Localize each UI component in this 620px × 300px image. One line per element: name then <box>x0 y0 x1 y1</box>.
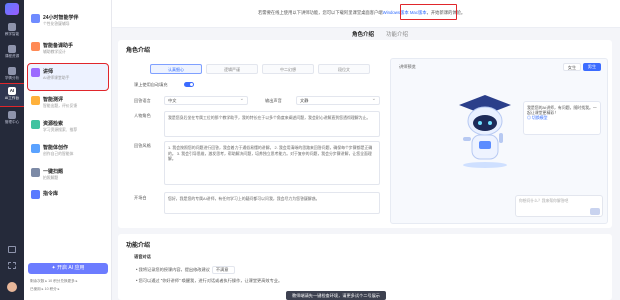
write-icon <box>31 144 40 153</box>
robot-icon: AI <box>8 87 16 95</box>
main-panel: 若需要在线上使用以下讲师功能，您可以下载阿里课堂桌面客户端Windows版本 M… <box>112 0 620 300</box>
home-icon <box>8 23 16 31</box>
start-ai-app-button[interactable]: ✦ 开启 AI 应用 <box>28 263 108 274</box>
chart-icon <box>8 67 16 75</box>
rail-item-ai-workbench[interactable]: AI AI工作台 <box>0 83 25 107</box>
tutor-preview: 讲师预览 女生 男生 我是您的AI讲师，有问题，随时找我。一起让课堂更精彩！ ◎… <box>390 58 608 224</box>
toggle-label: 课上使用自动填充 <box>134 82 168 87</box>
feature-list: 24小时智能学伴 个性化答疑辅导 智能备课助手 辅助教学设计 讲师 AI讲师课堂助手 … <box>24 0 112 300</box>
opening-textarea[interactable]: 您好，我是您的专属AI讲师，有任何学习上的疑问都可以问我，我会尽力为您答疑解惑。 <box>164 192 380 214</box>
chat-input[interactable]: 你想问什么？我来帮你解答吧 <box>515 195 603 217</box>
male-voice-button[interactable]: 男生 <box>583 63 601 71</box>
role-section-title: 角色介绍 <box>126 48 151 54</box>
lang-select[interactable]: 中文 <box>164 96 248 105</box>
tutor-mascot-image <box>455 89 515 169</box>
voice-label: 输出声音 <box>265 98 282 103</box>
feature-item-tutor[interactable]: 讲师 AI讲师课堂助手 <box>27 63 109 91</box>
function-item-record: • 我将记录您的授课内容，提出修改建议 不满意 <box>136 266 236 274</box>
avatar[interactable] <box>7 282 17 292</box>
status-toast: 教师端请先一键检查环境，请更多试个二号展示 <box>286 291 386 300</box>
autofill-toggle[interactable] <box>184 82 194 87</box>
points-remaining[interactable]: 剩余次数 ▸ 10 积分兑换更多 ▸ <box>30 279 78 284</box>
icon-rail: 教学智能 课程资源 学情分析 AI AI工作台 管理中心 <box>0 0 25 300</box>
function-item-wake: • 您可以通过 "你好讲师" 唤醒我，进行对话或者执行操作，让课堂更高效专业。 <box>136 278 283 283</box>
feedback-select[interactable]: 不满意 <box>211 266 236 274</box>
eval-icon <box>31 96 40 105</box>
tab-function-intro[interactable]: 功能介绍 <box>386 30 408 38</box>
mode-logical[interactable]: 逻辑严谨 <box>206 64 258 74</box>
scan-icon <box>31 168 40 177</box>
function-section-title: 功能介绍 <box>126 243 151 249</box>
persona-label: 人物角色 <box>134 113 151 118</box>
app-logo-icon[interactable] <box>5 3 19 15</box>
persona-textarea[interactable]: 我是您身后坐在专属工位的那个教学助手，我的特长在于以多个角度来阐述问题，我会耐心… <box>164 111 380 137</box>
tutor-icon <box>31 68 40 77</box>
chat-icon <box>31 14 40 23</box>
preview-label: 讲师预览 <box>399 64 416 69</box>
feature-item-command-library[interactable]: 指令库 <box>28 186 108 212</box>
feature-item-study-buddy[interactable]: 24小时智能学伴 个性化答疑辅导 <box>28 10 108 36</box>
mode-fantasy[interactable]: 中二幻想 <box>262 64 314 74</box>
tab-role-intro[interactable]: 角色介绍 <box>352 30 375 41</box>
feature-item-evaluation[interactable]: 智能测评 智能出题，评价反馈 <box>28 92 108 118</box>
tutor-speech-bubble: 我是您的AI讲师，有问题，随时找我。一起让课堂更精彩！ ◎ 切换模型 <box>523 101 601 135</box>
opening-label: 开场白 <box>134 195 147 200</box>
mode-rank[interactable]: 段位文 <box>318 64 370 74</box>
library-icon <box>31 190 40 199</box>
mode-careful[interactable]: 认真细心 <box>150 64 202 74</box>
points-used[interactable]: 已使用 ▸ 10 积分 ▸ <box>30 287 60 292</box>
send-icon[interactable] <box>590 208 600 215</box>
rail-item-resources[interactable]: 课程资源 <box>0 42 24 64</box>
style-label: 回答风格 <box>134 143 151 148</box>
voice-select[interactable]: 文静 <box>296 96 380 105</box>
female-voice-button[interactable]: 女生 <box>563 63 581 71</box>
rail-item-home[interactable]: 教学智能 <box>0 20 24 42</box>
settings-icon <box>8 111 16 119</box>
download-notice-bar: 若需要在线上使用以下讲师功能，您可以下载阿里课堂桌面客户端Windows版本 M… <box>112 0 620 28</box>
book-icon <box>8 45 16 53</box>
feature-item-resource-search[interactable]: 资源检索 学习资源搜索、推荐 <box>28 116 108 142</box>
feature-item-agent-creation[interactable]: 智能体创作 创作自己的智能体 <box>28 140 108 166</box>
book-icon[interactable] <box>8 246 16 253</box>
style-textarea[interactable]: 1. 我会按照您的问题进行回答，我会着力于通俗易懂的讲解。 2. 我会用清晰的思… <box>164 141 380 185</box>
role-card: 角色介绍 认真细心 逻辑严谨 中二幻想 段位文 课上使用自动填充 回答语言 中文… <box>118 40 612 228</box>
rail-item-analysis[interactable]: 学情分析 <box>0 64 24 86</box>
voice-dialog-title: 语音对话 <box>134 254 151 259</box>
switch-model-link[interactable]: ◎ 切换模型 <box>527 115 548 120</box>
search-icon <box>31 120 40 129</box>
chat-input-placeholder: 你想问什么？我来帮你解答吧 <box>519 199 569 203</box>
ppt-icon <box>31 42 40 51</box>
rail-item-management[interactable]: 管理中心 <box>0 108 24 130</box>
lang-label: 回答语言 <box>134 98 151 103</box>
highlight-box <box>400 4 457 20</box>
grid-icon[interactable] <box>8 262 16 269</box>
feature-item-lesson-assistant[interactable]: 智能备课助手 辅助教学设计 <box>28 38 108 64</box>
